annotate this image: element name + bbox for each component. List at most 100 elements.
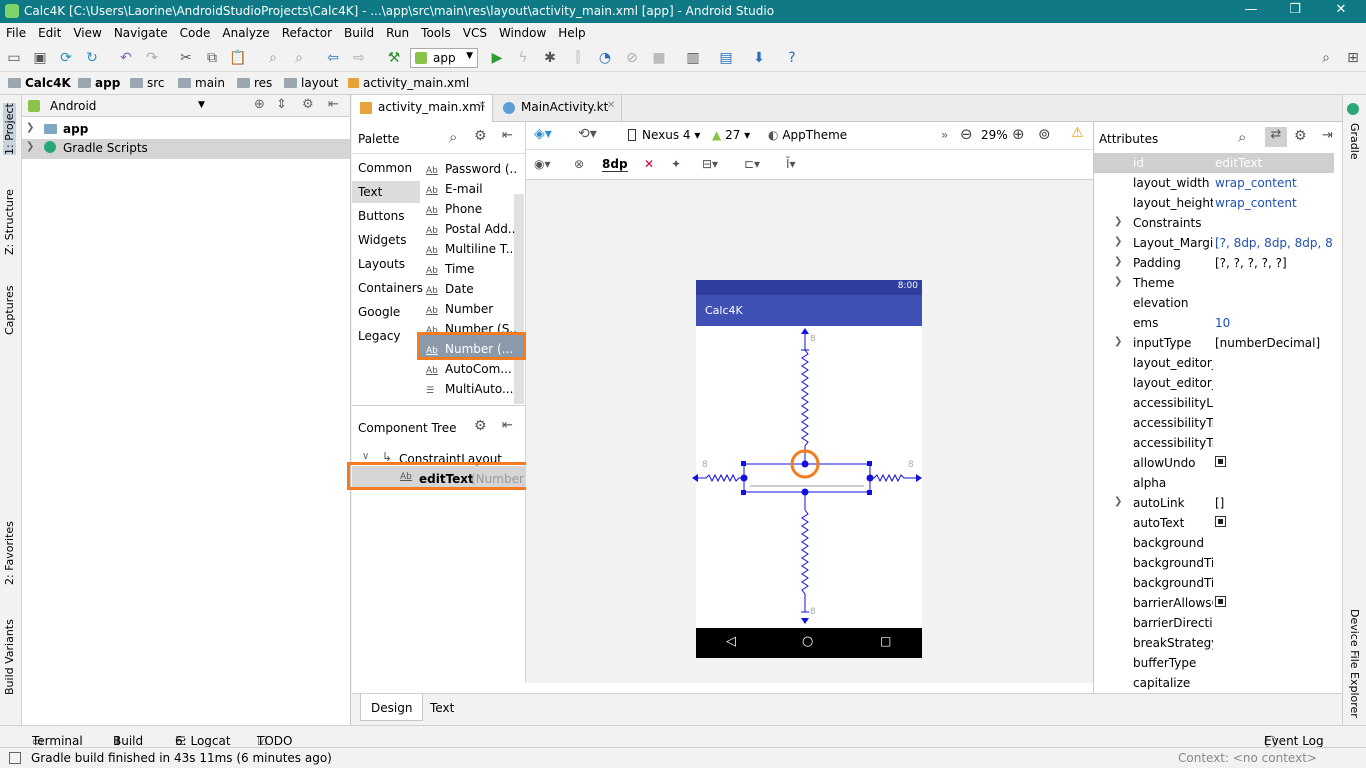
coverage-icon[interactable]: ⊘	[623, 49, 641, 67]
palette-item-multiautocomplete[interactable]: ☰ MultiAuto...	[426, 382, 520, 396]
attribute-row[interactable]: accessibilityTra	[1094, 413, 1334, 433]
nav-back-icon[interactable]: ◁	[726, 634, 736, 649]
attribute-row[interactable]: alpha	[1094, 473, 1334, 493]
attribute-row[interactable]: layout_width wrap_content	[1094, 173, 1334, 193]
apply-changes-icon[interactable]: ϟ	[514, 49, 532, 67]
search-icon[interactable]: ⌕	[449, 128, 457, 146]
menu-navigate[interactable]: Navigate	[108, 23, 174, 40]
target-icon[interactable]: ⊕	[254, 97, 265, 112]
sync-icon[interactable]: ⟳	[57, 49, 75, 67]
run-config-select[interactable]: app ▼	[410, 48, 478, 68]
clear-constraints-icon[interactable]: ✕	[644, 157, 654, 171]
attribute-row[interactable]: background	[1094, 533, 1334, 553]
attribute-value[interactable]: [numberDecimal]	[1215, 336, 1333, 350]
attribute-value[interactable]	[1215, 456, 1333, 470]
attribute-value[interactable]: []	[1215, 496, 1333, 510]
chevron-right-icon[interactable]: ❯	[1114, 336, 1122, 347]
menu-refactor[interactable]: Refactor	[276, 23, 338, 40]
category-containers[interactable]: Containers	[358, 281, 423, 295]
gradle-tool-tab[interactable]: Gradle	[1348, 123, 1361, 160]
attribute-value[interactable]: [?, ?, ?, ?, ?]	[1215, 256, 1333, 270]
refresh-icon[interactable]: ↻	[83, 49, 101, 67]
chevron-right-icon[interactable]: ❯	[1114, 256, 1122, 267]
attribute-row[interactable]: id editText	[1094, 153, 1334, 173]
attribute-row[interactable]: layout_editor_a	[1094, 353, 1334, 373]
crumb-project[interactable]: Calc4K	[8, 76, 71, 90]
stop-icon[interactable]: ■	[650, 49, 668, 67]
project-view-select[interactable]: Android	[50, 99, 96, 113]
close-button[interactable]: ✕	[1326, 2, 1356, 20]
crumb-res[interactable]: res	[237, 76, 272, 90]
checkbox[interactable]	[1215, 516, 1226, 527]
category-common[interactable]: Common	[358, 161, 412, 175]
attribute-row[interactable]: accessibilityTra	[1094, 433, 1334, 453]
close-tab-icon[interactable]: ✕	[478, 100, 486, 111]
pack-icon[interactable]: ⊟▾	[702, 157, 718, 171]
avd-manager-icon[interactable]: ▥	[684, 49, 702, 67]
attribute-row[interactable]: accessibilityLiv	[1094, 393, 1334, 413]
structure-tool-tab[interactable]: Z: Structure	[3, 189, 16, 255]
search-everywhere-icon[interactable]: ⌕	[1317, 49, 1335, 67]
chevron-right-icon[interactable]: ❯	[1114, 496, 1122, 507]
attribute-row[interactable]: ❯ Constraints	[1094, 213, 1334, 233]
attribute-row[interactable]: breakStrategy	[1094, 633, 1334, 653]
build-variants-tool-tab[interactable]: Build Variants	[3, 619, 16, 695]
crumb-src[interactable]: src	[130, 76, 165, 90]
palette-item-date[interactable]: Ab Date	[426, 282, 520, 296]
attribute-value[interactable]: wrap_content	[1215, 176, 1333, 190]
checkbox[interactable]	[1215, 456, 1226, 467]
profile-icon[interactable]: ◔	[596, 49, 614, 67]
attach-icon[interactable]: ⫿	[569, 49, 587, 67]
attribute-row[interactable]: barrierAllowsG	[1094, 593, 1334, 613]
palette-item-multiline[interactable]: Ab Multiline T..	[426, 242, 520, 256]
hide-panel-icon[interactable]: ⇤	[502, 418, 513, 433]
maximize-button[interactable]: ❐	[1280, 2, 1310, 20]
warning-icon[interactable]: ⚠	[1071, 125, 1084, 141]
palette-item-autocomplete[interactable]: Ab AutoCom...	[426, 362, 520, 376]
nav-recents-icon[interactable]: □	[880, 634, 891, 648]
make-project-icon[interactable]: ⚒	[385, 49, 403, 67]
attribute-row[interactable]: ❯ Layout_Margin[?, 8dp, 8dp, 8dp, 8dp]	[1094, 233, 1334, 253]
cut-icon[interactable]: ✂	[177, 49, 195, 67]
search-icon[interactable]: ⌕	[1238, 128, 1246, 146]
attribute-row[interactable]: autoText	[1094, 513, 1334, 533]
attribute-row[interactable]: ❯ Theme	[1094, 273, 1334, 293]
menu-file[interactable]: File	[0, 23, 32, 40]
swap-view-icon[interactable]: ⇄	[1265, 127, 1287, 147]
find-icon[interactable]: ⌕	[264, 49, 282, 67]
hide-panel-icon[interactable]: ⇤	[502, 128, 513, 143]
attribute-value[interactable]	[1215, 516, 1333, 530]
favorites-tool-tab[interactable]: 2: Favorites	[3, 521, 16, 585]
infer-constraints-icon[interactable]: ✦	[671, 157, 681, 171]
category-layouts[interactable]: Layouts	[358, 257, 405, 271]
align-icon[interactable]: ⊏▾	[744, 157, 760, 171]
category-legacy[interactable]: Legacy	[358, 329, 401, 343]
tab-main-activity[interactable]: MainActivity.kt ✕	[495, 95, 622, 122]
palette-item-postal[interactable]: Ab Postal Add..	[426, 222, 520, 236]
attribute-row[interactable]: bufferType	[1094, 653, 1334, 673]
palette-item-email[interactable]: Ab E-mail	[426, 182, 520, 196]
palette-item-time[interactable]: Ab Time	[426, 262, 520, 276]
help-icon[interactable]: ?	[783, 49, 801, 67]
overflow-icon[interactable]: »	[941, 128, 948, 142]
zoom-in-icon[interactable]: ⊕	[1012, 125, 1025, 143]
eye-icon[interactable]: ◉▾	[534, 157, 551, 171]
sdk-manager-icon[interactable]: ⬇	[750, 49, 768, 67]
theme-select[interactable]: ◐ AppTheme	[768, 128, 847, 142]
forward-icon[interactable]: ⇨	[350, 49, 368, 67]
palette-item-phone[interactable]: Ab Phone	[426, 202, 520, 216]
attribute-row[interactable]: backgroundTir	[1094, 573, 1334, 593]
redo-icon[interactable]: ↷	[143, 49, 161, 67]
device-file-explorer-tab[interactable]: Device File Explorer	[1348, 609, 1361, 718]
close-tab-icon[interactable]: ✕	[607, 100, 615, 111]
attribute-row[interactable]: layout_editor_a	[1094, 373, 1334, 393]
back-icon[interactable]: ⇦	[324, 49, 342, 67]
run-icon[interactable]: ▶	[488, 49, 506, 67]
attribute-row[interactable]: elevation	[1094, 293, 1334, 313]
captures-tool-tab[interactable]: Captures	[3, 286, 16, 335]
orientation-icon[interactable]: ⟲▾	[578, 126, 597, 142]
replace-icon[interactable]: ⌕	[290, 49, 308, 67]
hide-panel-icon[interactable]: ⇥	[1322, 128, 1333, 143]
checkbox[interactable]	[1215, 596, 1226, 607]
chevron-right-icon[interactable]: ❯	[1114, 216, 1122, 227]
